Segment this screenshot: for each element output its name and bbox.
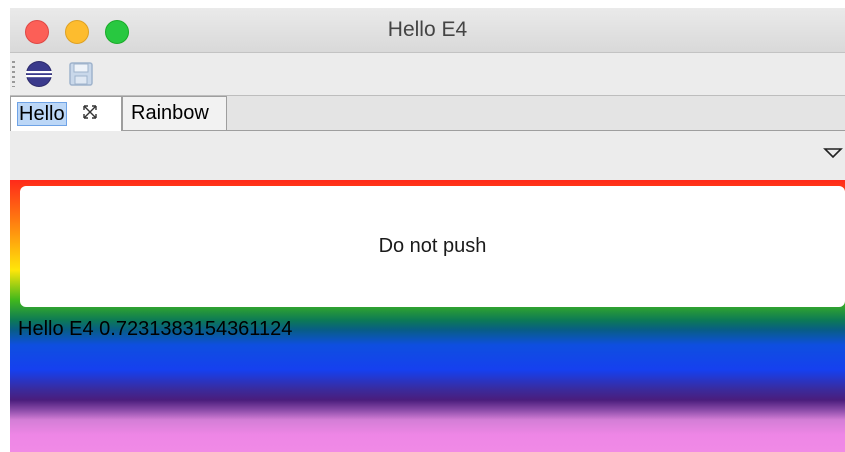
tab-hello[interactable]: Hello xyxy=(10,96,122,131)
do-not-push-button[interactable]: Do not push xyxy=(20,186,845,307)
view-menu-bar xyxy=(10,131,845,180)
toolbar-grip[interactable] xyxy=(12,61,15,87)
eclipse-icon xyxy=(26,61,52,87)
save-button[interactable] xyxy=(66,59,96,89)
editor-tab-bar: Hello Rainbow xyxy=(10,96,845,131)
tab-hello-label: Hello xyxy=(17,102,67,126)
tab-rainbow-label: Rainbow xyxy=(131,102,209,124)
save-icon xyxy=(69,62,93,86)
tab-rainbow[interactable]: Rainbow xyxy=(122,96,227,130)
app-window: Hello E4 Hello Rainbow Do not push Hello… xyxy=(10,8,845,452)
view-menu-chevron-down-icon[interactable] xyxy=(823,147,843,159)
tab-close-icon[interactable] xyxy=(81,103,99,126)
rainbow-panel: Do not push Hello E4 0.7231383154361124 xyxy=(10,180,845,452)
title-bar: Hello E4 xyxy=(10,8,845,53)
eclipse-button[interactable] xyxy=(24,59,54,89)
hello-label: Hello E4 0.7231383154361124 xyxy=(18,318,293,340)
window-title: Hello E4 xyxy=(387,18,468,41)
main-toolbar xyxy=(10,53,845,96)
